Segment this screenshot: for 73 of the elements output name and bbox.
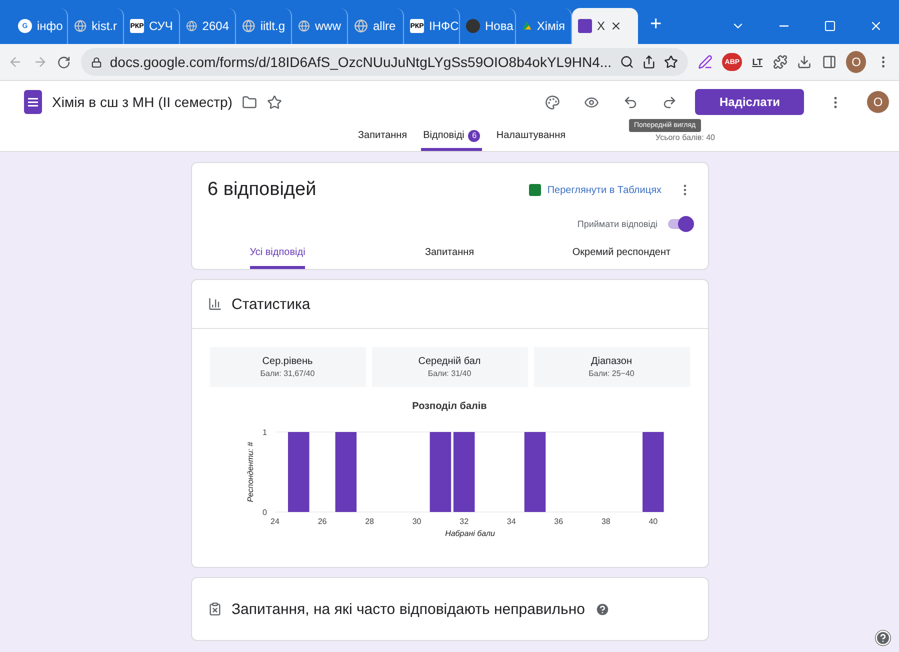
responses-tab[interactable]: Окремий респондент (572, 239, 671, 269)
palette-icon[interactable] (545, 94, 560, 110)
side-panel-icon[interactable] (822, 54, 836, 70)
form-tab[interactable]: Налаштування (494, 123, 568, 151)
view-in-sheets-link[interactable]: Переглянути в Таблицях (547, 184, 662, 196)
stat-value: Бали: 25−40 (588, 369, 634, 378)
x-tick-label: 28 (364, 517, 374, 526)
close-icon[interactable] (869, 19, 883, 33)
profile-avatar[interactable]: O (867, 91, 889, 113)
accepting-toggle[interactable] (668, 219, 692, 229)
stat-value: Бали: 31,67/40 (260, 369, 315, 378)
star-icon[interactable] (664, 55, 678, 69)
section-title: Запитання, на які часто відповідають неправильно (232, 600, 585, 618)
x-tick-label: 26 (317, 517, 326, 526)
globe-icon (354, 19, 368, 33)
globe-icon (242, 19, 256, 33)
total-points: Усього балів: 40 (656, 132, 715, 142)
form-tab[interactable]: Відповіді 6 (421, 123, 482, 151)
new-tab-button[interactable]: + (650, 13, 662, 36)
stat-title: Діапазон (591, 356, 632, 367)
star-icon[interactable] (267, 94, 282, 110)
close-icon[interactable] (610, 20, 622, 32)
x-tick-label: 34 (506, 517, 516, 526)
preview-icon[interactable] (584, 94, 600, 110)
chrome-icon (466, 19, 480, 33)
x-tick-label: 24 (270, 517, 279, 526)
help-icon[interactable] (875, 630, 891, 646)
chart-title: Розподіл балів (412, 401, 487, 412)
redo-icon[interactable] (662, 94, 678, 110)
undo-icon[interactable] (623, 94, 638, 110)
lock-icon (90, 56, 102, 68)
x-tick-label: 40 (648, 517, 658, 526)
y-tick-label: 0 (262, 508, 266, 517)
pen-icon[interactable] (698, 54, 712, 70)
reload-icon[interactable] (57, 54, 71, 70)
globe-icon (298, 19, 310, 33)
x-tick-label: 30 (412, 517, 421, 526)
stat-title: Сер.рівень (262, 356, 313, 367)
download-icon[interactable] (797, 54, 812, 70)
responses-tab[interactable]: Запитання (424, 239, 474, 269)
count-badge: 6 (468, 130, 480, 142)
x-tick-label: 36 (554, 517, 563, 526)
x-tick-label: 32 (459, 517, 468, 526)
globe-icon (74, 19, 87, 33)
stat-title: Середній бал (418, 356, 481, 367)
puzzle-icon[interactable] (772, 54, 788, 70)
lt-icon[interactable]: LT (752, 57, 763, 67)
section-title: Статистика (232, 296, 310, 312)
responses-heading: 6 відповідей (208, 179, 318, 201)
help-icon[interactable] (594, 602, 610, 616)
form-title: Хімія в сш з МН (ІІ семестр) (52, 94, 232, 110)
send-button[interactable]: Надіслати (695, 89, 804, 115)
y-axis-title: Респонденти: # (246, 442, 254, 502)
profile-avatar[interactable]: O (846, 51, 866, 73)
sheets-icon (529, 184, 542, 196)
chart-icon (208, 297, 222, 311)
accepting-label: Приймати відповіді (577, 219, 658, 229)
folder-icon[interactable] (242, 94, 258, 110)
globe-icon (186, 19, 198, 33)
maximize-icon[interactable] (824, 20, 836, 32)
forms-logo-icon (24, 90, 42, 114)
x-axis-title: Набрані бали (444, 529, 494, 538)
x-tick-label: 38 (600, 517, 610, 526)
share-icon[interactable] (642, 55, 656, 69)
stat-value: Бали: 31/40 (428, 369, 472, 378)
y-tick-label: 1 (262, 428, 266, 437)
address-bar[interactable]: docs.google.com/forms/d/18ID6AfS_OzcNUuJuNtgLYgSs59OIO8b4okYL9HN4... (80, 48, 688, 76)
form-tab[interactable]: Запитання (356, 123, 410, 151)
forms-icon (578, 19, 592, 33)
clipboard-icon (208, 602, 222, 616)
zoom-icon[interactable] (620, 55, 634, 69)
browser-tab[interactable]: Х (572, 8, 638, 44)
responses-tab[interactable]: Усі відповіді (250, 239, 306, 269)
